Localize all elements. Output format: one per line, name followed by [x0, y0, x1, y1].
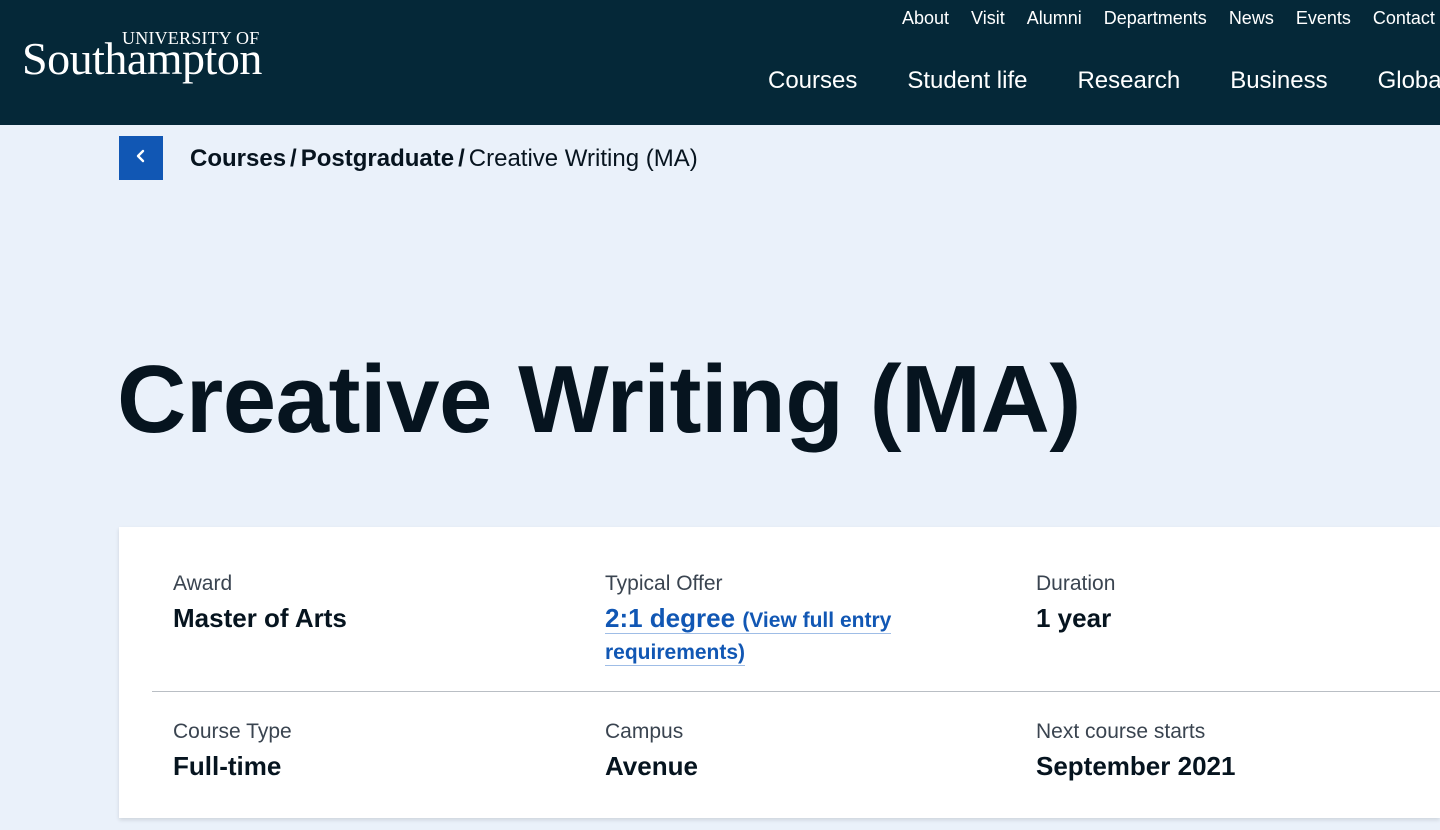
- breadcrumb-courses[interactable]: Courses: [190, 145, 286, 172]
- main-nav-business[interactable]: Business: [1230, 66, 1327, 96]
- main-nav-student-life[interactable]: Student life: [907, 66, 1027, 96]
- main-nav-global[interactable]: Global: [1378, 66, 1440, 96]
- duration-info: Duration 1 year: [1036, 571, 1416, 633]
- breadcrumb-separator: /: [458, 145, 465, 172]
- utility-nav-visit[interactable]: Visit: [971, 7, 1005, 29]
- info-divider: [152, 691, 1440, 692]
- course-info-card: Award Master of Arts Typical Offer 2:1 d…: [119, 527, 1440, 818]
- next-start-info: Next course starts September 2021: [1036, 719, 1416, 781]
- page-title: Creative Writing (MA): [117, 346, 1081, 453]
- utility-nav-news[interactable]: News: [1229, 7, 1274, 29]
- award-label: Award: [173, 572, 233, 595]
- breadcrumb-postgraduate[interactable]: Postgraduate: [301, 145, 454, 172]
- chevron-left-icon: [134, 148, 148, 169]
- typical-offer-degree: 2:1 degree: [605, 603, 736, 633]
- entry-requirements-link[interactable]: 2:1 degree (View full entry requirements…: [605, 603, 892, 666]
- utility-nav-about[interactable]: About: [902, 7, 949, 29]
- course-type-info: Course Type Full-time: [173, 719, 553, 781]
- campus-value: Avenue: [605, 751, 698, 781]
- award-info: Award Master of Arts: [173, 571, 553, 633]
- course-type-label: Course Type: [173, 720, 292, 743]
- logo-southampton: Southampton: [22, 33, 262, 84]
- award-value: Master of Arts: [173, 603, 347, 633]
- typical-offer-value: 2:1 degree (View full entry requirements…: [605, 603, 905, 667]
- utility-nav: About Visit Alumni Departments News Even…: [902, 7, 1435, 29]
- utility-nav-alumni[interactable]: Alumni: [1027, 7, 1082, 29]
- utility-nav-events[interactable]: Events: [1296, 7, 1351, 29]
- breadcrumb-separator: /: [290, 145, 297, 172]
- breadcrumb: Courses / Postgraduate / Creative Writing (M…: [190, 145, 698, 173]
- main-nav: Courses Student life Research Business G…: [768, 66, 1440, 96]
- campus-label: Campus: [605, 720, 684, 743]
- site-header: UNIVERSITY OF Southampton About Visit Al…: [0, 0, 1440, 125]
- utility-nav-departments[interactable]: Departments: [1104, 7, 1207, 29]
- campus-info: Campus Avenue: [605, 719, 985, 781]
- back-button[interactable]: [119, 136, 163, 180]
- duration-value: 1 year: [1036, 603, 1112, 633]
- duration-label: Duration: [1036, 572, 1116, 595]
- main-nav-research[interactable]: Research: [1077, 66, 1180, 96]
- utility-nav-contact[interactable]: Contact: [1373, 7, 1435, 29]
- course-type-value: Full-time: [173, 751, 282, 781]
- next-start-label: Next course starts: [1036, 720, 1206, 743]
- main-nav-courses[interactable]: Courses: [768, 66, 857, 96]
- typical-offer-label: Typical Offer: [605, 572, 723, 595]
- typical-offer-info: Typical Offer 2:1 degree (View full entr…: [605, 571, 905, 667]
- next-start-value: September 2021: [1036, 751, 1236, 781]
- breadcrumb-current: Creative Writing (MA): [468, 145, 698, 172]
